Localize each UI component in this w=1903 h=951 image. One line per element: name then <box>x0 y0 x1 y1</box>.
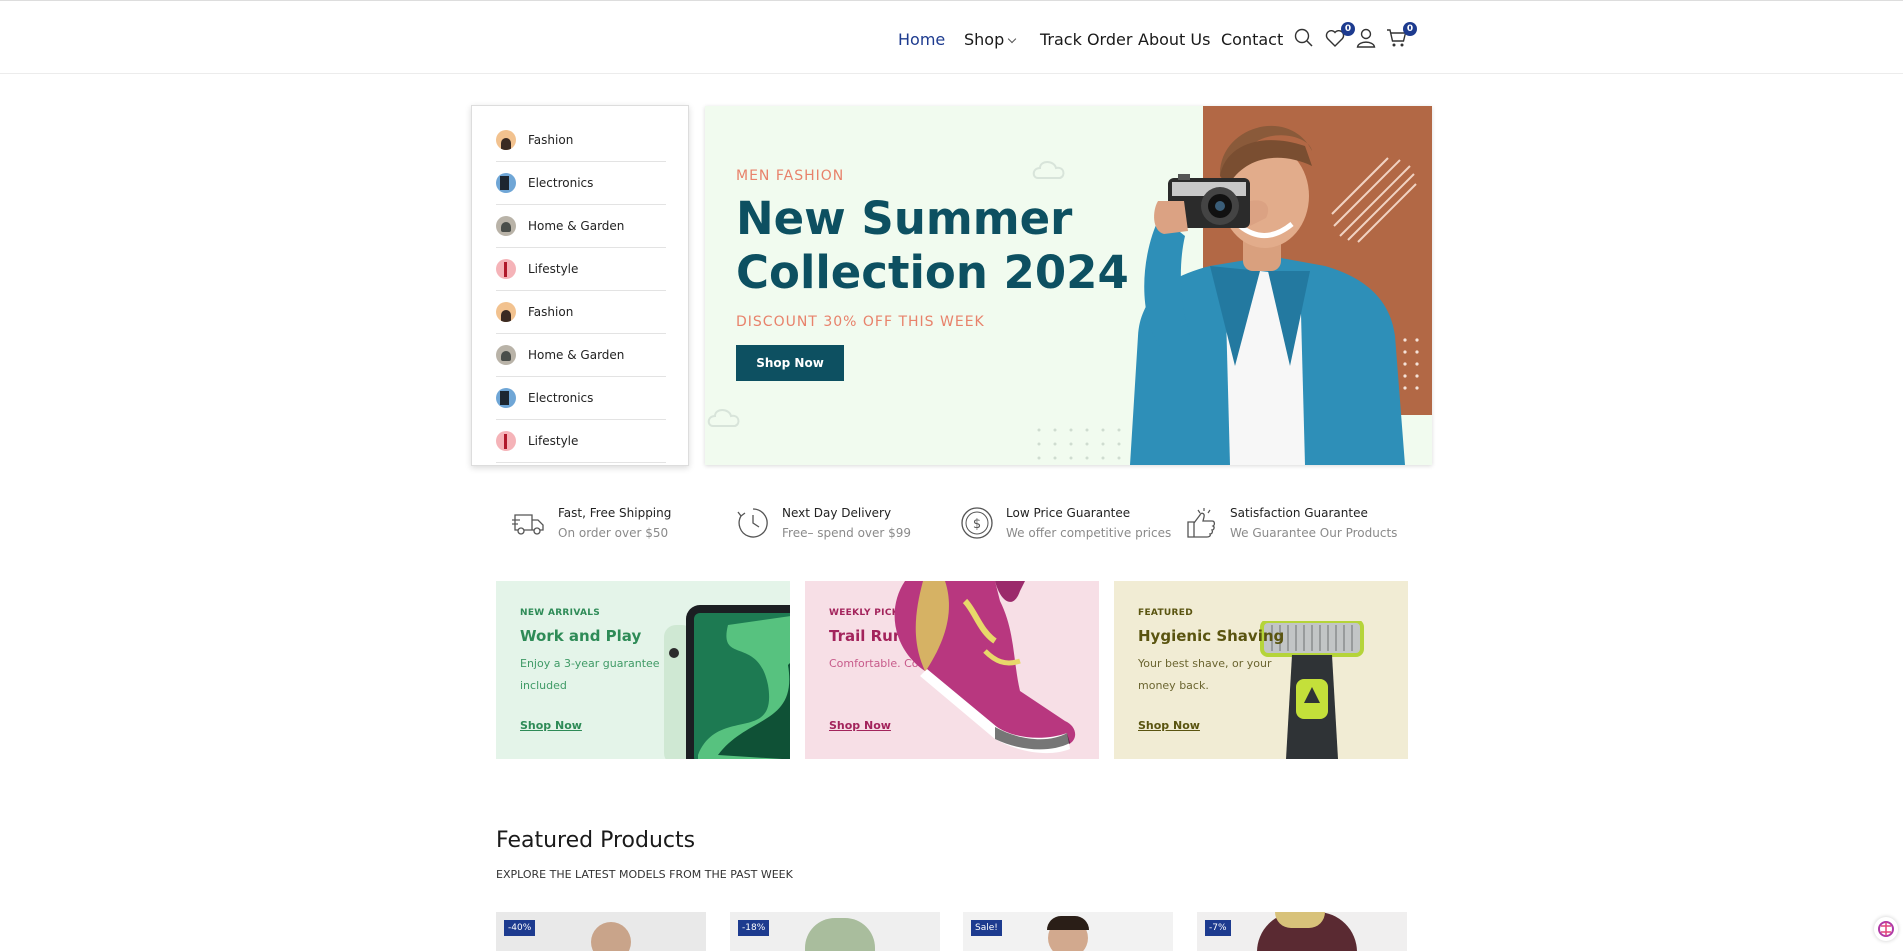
promo-description: Enjoy a 3-year guarantee included <box>520 657 660 692</box>
promo-shop-now-link[interactable]: Shop Now <box>520 719 582 732</box>
promo-title: Hygienic Shaving <box>1138 627 1285 645</box>
cart-button[interactable]: 0 <box>1386 22 1417 49</box>
category-label: Fashion <box>528 305 574 319</box>
home-garden-thumbnail <box>496 216 516 236</box>
brain-icon <box>1878 921 1894 937</box>
product-discount-badge: -18% <box>738 920 770 936</box>
product-card[interactable]: -18% <box>730 912 940 951</box>
nav-contact[interactable]: Contact <box>1221 30 1283 49</box>
category-label: Electronics <box>528 176 594 190</box>
category-label: Lifestyle <box>528 262 579 276</box>
lifestyle-thumbnail <box>496 259 516 279</box>
site-header: Home Shop Track Order About Us Contact 0… <box>0 0 1903 74</box>
feature-subtitle: We Guarantee Our Products <box>1230 526 1398 540</box>
featured-products-subtitle: EXPLORE THE LATEST MODELS FROM THE PAST … <box>496 868 793 881</box>
wishlist-button[interactable]: 0 <box>1324 22 1355 49</box>
sneaker-image <box>894 581 1076 754</box>
feature-subtitle: Free– spend over $99 <box>782 526 912 540</box>
chevron-down-icon <box>1008 34 1017 44</box>
category-item-fashion[interactable]: Fashion <box>496 291 666 334</box>
feature-satisfaction: Satisfaction Guarantee We Guarantee Our … <box>1184 506 1397 540</box>
category-item-home-garden[interactable]: Home & Garden <box>496 334 666 377</box>
clock-icon <box>737 508 768 538</box>
category-item-electronics[interactable]: Electronics <box>496 377 666 420</box>
category-item-fashion[interactable]: Fashion <box>496 119 666 162</box>
feature-fast-shipping: Fast, Free Shipping On order over $50 <box>512 506 671 540</box>
user-icon[interactable] <box>1355 27 1377 49</box>
promo-tag: FEATURED <box>1138 608 1193 618</box>
cloud-doodle <box>707 409 740 427</box>
hero-title: New Summer Collection 2024 <box>736 192 1129 299</box>
category-label: Home & Garden <box>528 219 625 233</box>
product-sale-badge: Sale! <box>971 920 1002 936</box>
feature-title: Low Price Guarantee <box>1006 506 1131 520</box>
nav-track-order[interactable]: Track Order <box>1040 30 1132 49</box>
promo-tag: NEW ARRIVALS <box>520 608 601 618</box>
feature-next-day-delivery: Next Day Delivery Free– spend over $99 <box>736 506 911 540</box>
category-label: Home & Garden <box>528 348 625 362</box>
category-item-lifestyle[interactable]: Lifestyle <box>496 248 666 291</box>
feature-title: Fast, Free Shipping <box>558 506 672 520</box>
feature-title: Next Day Delivery <box>782 506 892 520</box>
nav-shop-label: Shop <box>964 30 1005 49</box>
product-discount-badge: -7% <box>1205 920 1231 936</box>
promo-description: Your best shave, or your money back. <box>1138 657 1272 692</box>
electronics-thumbnail <box>496 173 516 193</box>
truck-icon <box>512 514 544 535</box>
home-garden-thumbnail <box>496 345 516 365</box>
feature-subtitle: We offer competitive prices <box>1006 526 1172 540</box>
lifestyle-thumbnail <box>496 431 516 451</box>
fashion-thumbnail <box>496 130 516 150</box>
nav-shop[interactable]: Shop <box>964 30 1017 49</box>
promo-card-work-and-play[interactable]: NEW ARRIVALS Work and Play Enjoy a 3-yea… <box>496 581 790 759</box>
cart-count-badge: 0 <box>1403 22 1417 36</box>
nav-home[interactable]: Home <box>898 30 945 49</box>
category-label: Lifestyle <box>528 434 579 448</box>
search-icon[interactable] <box>1293 27 1315 49</box>
product-card[interactable]: -7% <box>1197 912 1407 951</box>
product-discount-badge: -40% <box>504 920 536 936</box>
category-item-electronics[interactable]: Electronics <box>496 162 666 205</box>
feature-title: Satisfaction Guarantee <box>1230 506 1368 520</box>
category-sidebar: Fashion Electronics Home & Garden Lifest… <box>471 105 689 466</box>
product-image <box>805 918 875 951</box>
tablet-image <box>664 605 790 759</box>
floating-widget-button[interactable] <box>1874 917 1898 941</box>
fashion-thumbnail <box>496 302 516 322</box>
promo-title: Work and Play <box>520 627 642 645</box>
category-label: Electronics <box>528 391 594 405</box>
product-image-hair <box>1047 916 1089 930</box>
hero-shop-now-button[interactable]: Shop Now <box>736 345 844 381</box>
feature-low-price: $ Low Price Guarantee We offer competiti… <box>960 506 1171 540</box>
hero-discount: DISCOUNT 30% OFF THIS WEEK <box>736 314 985 330</box>
product-image <box>591 922 631 951</box>
featured-products-title: Featured Products <box>496 828 696 853</box>
category-item-lifestyle[interactable]: Lifestyle <box>496 420 666 463</box>
promo-card-trail-runners[interactable]: WEEKLY PICKS Trail Runners Comfortable. … <box>805 581 1099 759</box>
promo-shop-now-link[interactable]: Shop Now <box>1138 719 1200 732</box>
feature-subtitle: On order over $50 <box>558 526 669 540</box>
hero-subtitle: MEN FASHION <box>736 168 845 184</box>
electronics-thumbnail <box>496 388 516 408</box>
category-item-home-garden[interactable]: Home & Garden <box>496 205 666 248</box>
thumbs-up-icon <box>1187 508 1216 538</box>
product-card[interactable]: -40% <box>496 912 706 951</box>
dollar-icon: $ <box>961 507 993 539</box>
wishlist-count-badge: 0 <box>1341 22 1355 36</box>
svg-text:$: $ <box>973 517 981 532</box>
nav-about-us[interactable]: About Us <box>1138 30 1210 49</box>
promo-card-hygienic-shaving[interactable]: FEATURED Hygienic Shaving Your best shav… <box>1114 581 1408 759</box>
product-card[interactable]: Sale! <box>963 912 1173 951</box>
hero-banner: MEN FASHION New Summer Collection 2024 D… <box>705 106 1432 465</box>
category-label: Fashion <box>528 133 574 147</box>
